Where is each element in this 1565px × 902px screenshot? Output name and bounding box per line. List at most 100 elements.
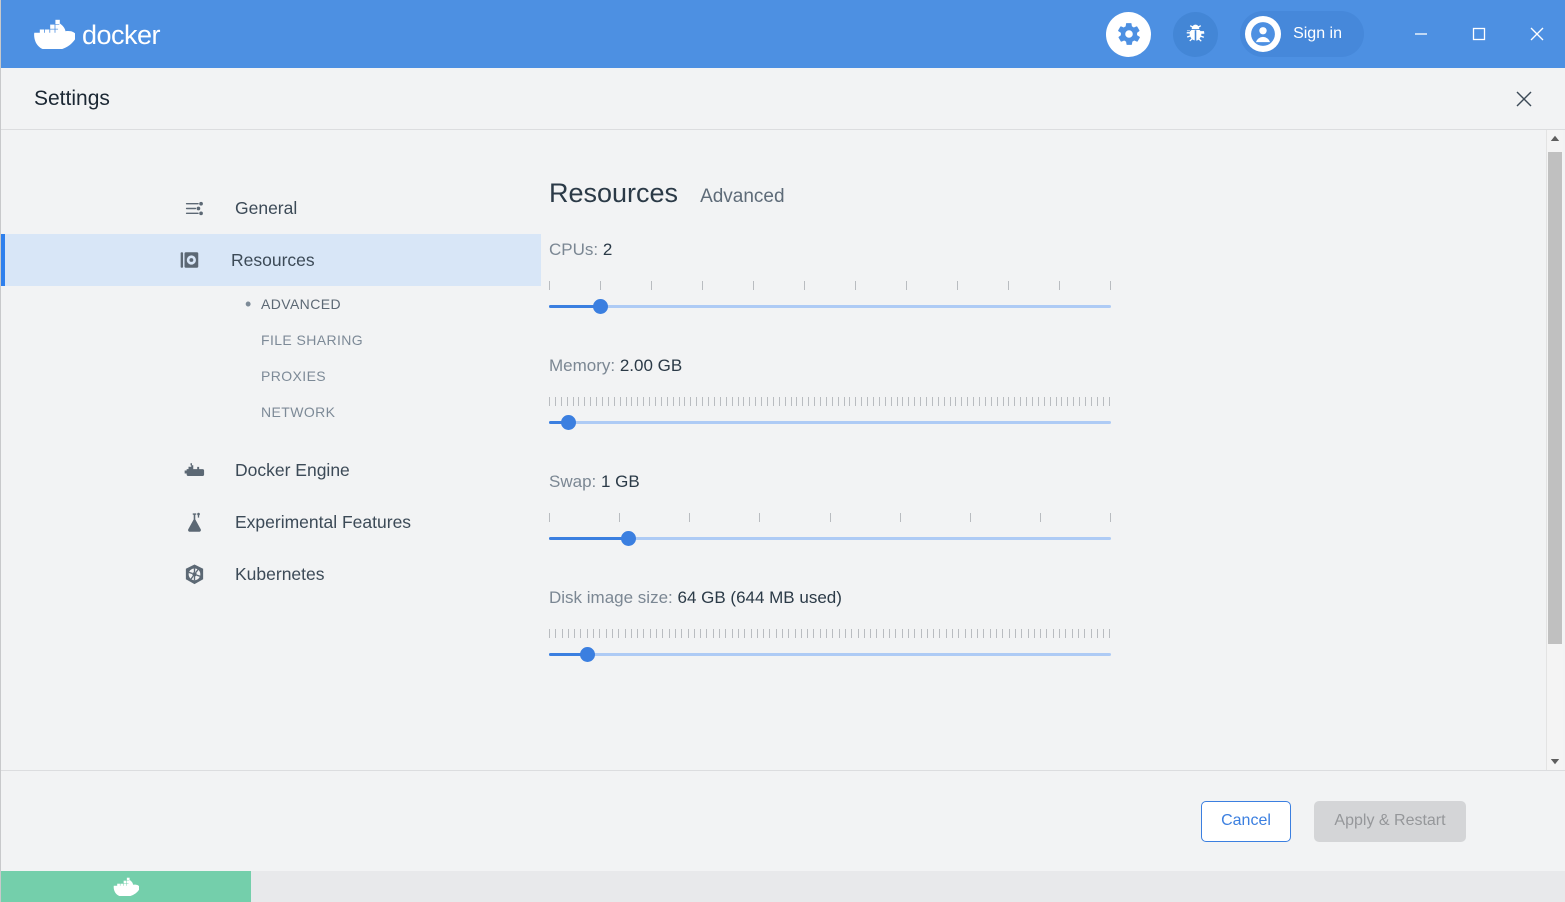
slider-tick [688, 629, 689, 638]
slider-tick [839, 629, 840, 638]
slider-tick [637, 629, 638, 638]
sidebar-item-general[interactable]: General [1, 182, 541, 234]
panel-title: Resources [549, 178, 678, 209]
swap-slider-fill [549, 537, 629, 540]
slider-tick [694, 629, 695, 638]
sidebar-item-kubernetes[interactable]: Kubernetes [1, 548, 541, 600]
memory-slider[interactable] [549, 397, 1111, 431]
minimize-icon [1412, 25, 1430, 43]
slider-tick [990, 629, 991, 638]
slider-tick [706, 629, 707, 638]
slider-tick [883, 629, 884, 638]
slider-tick [650, 629, 651, 638]
slider-tick [602, 397, 603, 406]
panel-subtitle: Advanced [700, 186, 785, 208]
cpus-slider-track[interactable] [549, 305, 1111, 308]
resources-advanced-panel: Resources Advanced CPUs: 2 Memory: 2.00 … [541, 130, 1565, 770]
slider-tick [681, 629, 682, 638]
slider-tick [1002, 629, 1003, 638]
slider-tick [744, 629, 745, 638]
sidebar-item-experimental-features[interactable]: Experimental Features [1, 496, 541, 548]
apply-and-restart-button[interactable]: Apply & Restart [1314, 801, 1466, 842]
panel-heading: Resources Advanced [549, 178, 1565, 209]
memory-slider-track[interactable] [549, 421, 1111, 424]
slider-tick [870, 629, 871, 638]
slider-tick [914, 629, 915, 638]
slider-tick [618, 629, 619, 638]
slider-tick [897, 397, 898, 406]
slider-tick [776, 629, 777, 638]
slider-tick [908, 629, 909, 638]
slider-tick [1015, 629, 1016, 638]
slider-tick [573, 397, 574, 406]
slider-tick [1085, 397, 1086, 406]
disk-image-size-slider-ticks [549, 629, 1111, 638]
slider-tick [619, 513, 620, 522]
flask-icon [181, 511, 207, 534]
slider-tick [651, 281, 652, 290]
slider-tick [895, 629, 896, 638]
slider-tick [555, 397, 556, 406]
slider-tick [1097, 397, 1098, 406]
slider-tick [858, 629, 859, 638]
slider-tick [873, 397, 874, 406]
settings-close-button[interactable] [1504, 79, 1544, 119]
sidebar-subitem-advanced[interactable]: • ADVANCED [1, 286, 541, 322]
scroll-up-button[interactable] [1547, 130, 1563, 147]
minimize-button[interactable] [1392, 0, 1450, 68]
slider-tick [549, 513, 550, 522]
slider-tick [549, 281, 550, 290]
slider-tick [599, 629, 600, 638]
maximize-button[interactable] [1450, 0, 1508, 68]
slider-tick [973, 397, 974, 406]
sidebar-subitem-file-sharing[interactable]: FILE SHARING [1, 322, 541, 358]
swap-slider-thumb[interactable] [621, 531, 636, 546]
sidebar-subitem-label: PROXIES [261, 368, 326, 384]
slider-tick [1009, 629, 1010, 638]
disk-image-size-slider-thumb[interactable] [580, 647, 595, 662]
sidebar-subitem-network[interactable]: NETWORK [1, 394, 541, 430]
memory-slider-thumb[interactable] [561, 415, 576, 430]
scroll-down-button[interactable] [1547, 753, 1563, 770]
slider-tick [761, 397, 762, 406]
slider-tick [1032, 397, 1033, 406]
slider-tick [889, 629, 890, 638]
slider-tick [679, 397, 680, 406]
slider-tick [1109, 629, 1110, 638]
bug-report-button[interactable] [1173, 12, 1218, 57]
sidebar-item-docker-engine[interactable]: Docker Engine [1, 444, 541, 496]
cpus-slider-thumb[interactable] [593, 299, 608, 314]
slider-tick [675, 629, 676, 638]
disk-image-size-slider-track[interactable] [549, 653, 1111, 656]
slider-tick [944, 397, 945, 406]
slider-tick [755, 397, 756, 406]
slider-tick [1103, 629, 1104, 638]
slider-tick [967, 397, 968, 406]
content-scrollbar[interactable] [1546, 130, 1563, 770]
slider-tick [902, 629, 903, 638]
sidebar-subitem-proxies[interactable]: PROXIES [1, 358, 541, 394]
slider-tick [820, 397, 821, 406]
slider-tick [1034, 629, 1035, 638]
sign-in-button[interactable]: Sign in [1240, 11, 1364, 57]
disk-image-size-slider[interactable] [549, 629, 1111, 663]
slider-tick [702, 397, 703, 406]
slider-tick [738, 629, 739, 638]
settings-gear-button[interactable] [1106, 12, 1151, 57]
engine-icon [181, 459, 207, 481]
slider-tick [920, 397, 921, 406]
swap-slider[interactable] [549, 513, 1111, 547]
swap-slider-block: Swap: 1 GB [549, 472, 1565, 547]
scrollbar-thumb[interactable] [1548, 152, 1562, 644]
slider-tick [867, 397, 868, 406]
window-close-button[interactable] [1508, 0, 1565, 68]
cancel-button[interactable]: Cancel [1201, 801, 1291, 842]
sidebar-subitem-label: ADVANCED [261, 296, 341, 312]
slider-tick [590, 397, 591, 406]
sidebar-item-resources[interactable]: Resources [1, 234, 541, 286]
cpus-slider[interactable] [549, 281, 1111, 315]
close-icon [1513, 88, 1535, 110]
slider-tick [1059, 281, 1060, 290]
slider-tick [690, 397, 691, 406]
slider-tick [1008, 397, 1009, 406]
